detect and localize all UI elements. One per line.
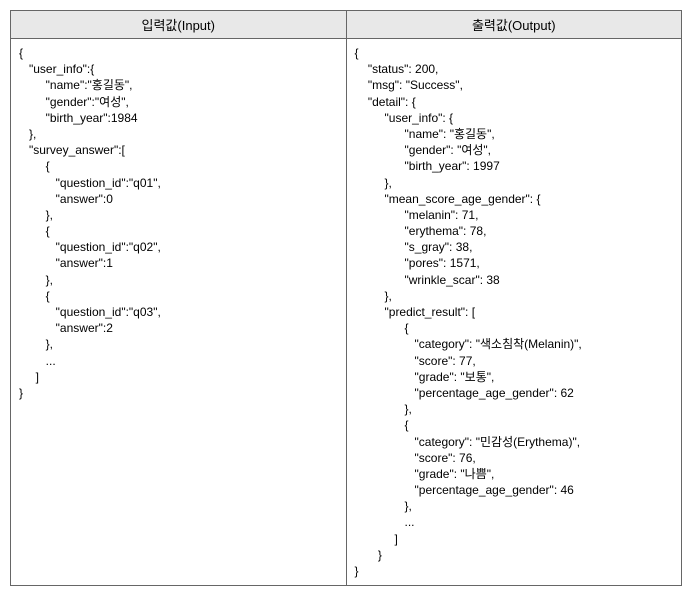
header-input: 입력값(Input) bbox=[11, 11, 347, 39]
table-header-row: 입력값(Input) 출력값(Output) bbox=[11, 11, 682, 39]
input-cell: { "user_info":{ "name":"홍길동", "gender":"… bbox=[11, 39, 347, 586]
header-output: 출력값(Output) bbox=[346, 11, 682, 39]
output-cell: { "status": 200, "msg": "Success", "deta… bbox=[346, 39, 682, 586]
table-row: { "user_info":{ "name":"홍길동", "gender":"… bbox=[11, 39, 682, 586]
io-table: 입력값(Input) 출력값(Output) { "user_info":{ "… bbox=[10, 10, 682, 586]
